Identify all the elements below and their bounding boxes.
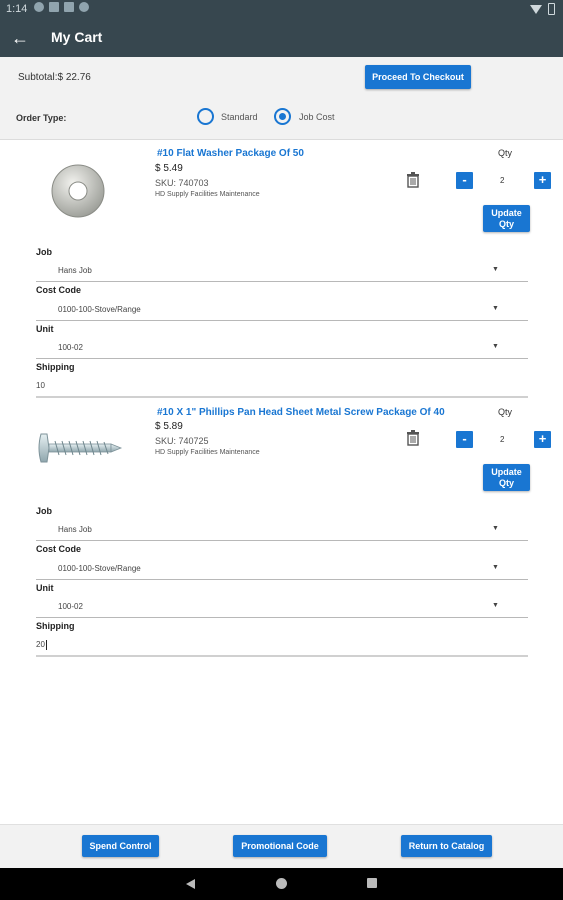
dropdown-arrow-icon[interactable]: ▼ [492,305,499,312]
field-underline [36,396,528,398]
cost-code-label: Cost Code [36,285,81,295]
item-vendor: HD Supply Facilities Maintenance [155,191,260,198]
unit-label: Unit [36,324,54,334]
job-cost-radio-label[interactable]: Job Cost [299,112,335,122]
item-sku: SKU: 740703 [155,178,209,188]
back-arrow-icon[interactable]: ← [10,28,30,48]
qty-label: Qty [498,407,513,417]
item-price: $ 5.49 [155,163,183,174]
unit-select[interactable]: 100-02 [58,343,83,352]
job-label: Job [36,247,53,257]
item-vendor: HD Supply Facilities Maintenance [155,449,260,456]
qty-decrement-button[interactable]: - [456,172,473,189]
battery-icon [548,3,555,15]
text-cursor [45,640,47,650]
qty-increment-button[interactable]: + [534,431,551,448]
qty-label: Qty [498,148,513,158]
system-nav-bar [0,868,563,900]
return-to-catalog-button[interactable]: Return to Catalog [401,835,492,857]
job-select[interactable]: Hans Job [58,266,92,275]
flat-washer-image [51,164,105,218]
page-title: My Cart [51,29,103,45]
bottom-action-bar: Spend Control Promotional Code Return to… [0,824,563,868]
nav-recents-icon[interactable] [367,878,377,888]
field-underline [36,540,528,541]
field-underline [36,320,528,321]
dropdown-arrow-icon[interactable]: ▼ [492,266,499,273]
trash-icon[interactable] [406,430,420,446]
status-bar: 1:14 [0,0,563,20]
standard-radio[interactable] [197,108,214,125]
cart-summary: Subtotal:$ 22.76 Proceed To Checkout Ord… [0,57,563,140]
status-time: 1:14 [6,3,28,15]
unit-label: Unit [36,583,54,593]
field-underline [36,358,528,359]
notification-icons [34,2,89,12]
dropdown-arrow-icon[interactable]: ▼ [492,564,499,571]
trash-icon[interactable] [406,172,420,188]
shipping-label: Shipping [36,362,75,372]
field-underline [36,655,528,657]
update-qty-label: Update [491,466,522,477]
field-underline [36,281,528,282]
nav-back-icon[interactable] [186,879,195,889]
notification-icon [79,2,89,12]
dropdown-arrow-icon[interactable]: ▼ [492,343,499,350]
dropdown-arrow-icon[interactable]: ▼ [492,525,499,532]
qty-value[interactable]: 2 [500,176,504,185]
job-select[interactable]: Hans Job [58,525,92,534]
shipping-input-value: 20 [36,640,45,650]
qty-increment-button[interactable]: + [534,172,551,189]
field-underline [36,617,528,618]
wifi-icon [530,5,542,14]
nav-home-icon[interactable] [276,878,287,889]
app-bar: ← My Cart [0,20,563,57]
cost-code-select[interactable]: 0100-100-Stove/Range [58,305,141,314]
promotional-code-button[interactable]: Promotional Code [233,835,327,857]
update-qty-label: Qty [498,218,514,229]
item-title-link[interactable]: #10 Flat Washer Package Of 50 [157,148,304,159]
subtotal: Subtotal:$ 22.76 [18,72,91,83]
spend-control-button[interactable]: Spend Control [82,835,159,857]
shipping-label: Shipping [36,621,75,631]
screw-image [38,433,123,463]
update-qty-button[interactable]: Update Qty [483,464,530,491]
update-qty-button[interactable]: Update Qty [483,205,530,232]
update-qty-label: Update [491,207,522,218]
dropdown-arrow-icon[interactable]: ▼ [492,602,499,609]
job-label: Job [36,506,53,516]
cost-code-select[interactable]: 0100-100-Stove/Range [58,564,141,573]
unit-select[interactable]: 100-02 [58,602,83,611]
qty-decrement-button[interactable]: - [456,431,473,448]
shipping-input[interactable]: 20 [36,640,47,650]
item-sku: SKU: 740725 [155,436,209,446]
job-cost-radio[interactable] [274,108,291,125]
item-price: $ 5.89 [155,421,183,432]
notification-icon [64,2,74,12]
shipping-input[interactable]: 10 [36,381,45,390]
qty-value[interactable]: 2 [500,435,504,444]
standard-radio-label[interactable]: Standard [221,112,258,122]
update-qty-label: Qty [498,477,514,488]
notification-icon [34,2,44,12]
field-underline [36,579,528,580]
notification-icon [49,2,59,12]
cost-code-label: Cost Code [36,544,81,554]
proceed-to-checkout-button[interactable]: Proceed To Checkout [365,65,471,89]
order-type-label: Order Type: [16,113,67,123]
item-title-link[interactable]: #10 X 1" Phillips Pan Head Sheet Metal S… [157,407,445,418]
